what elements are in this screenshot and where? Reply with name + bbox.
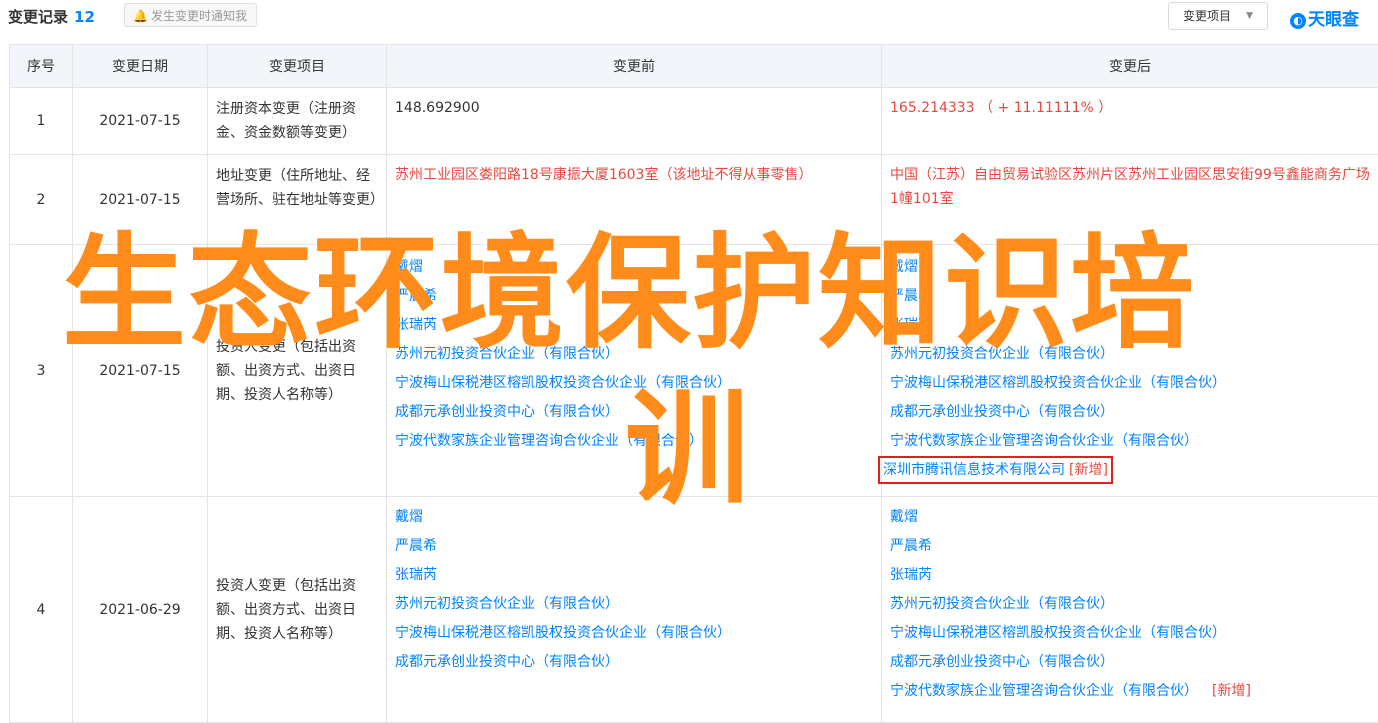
row-after: 中国（江苏）自由贸易试验区苏州片区苏州工业园区思安街99号鑫能商务广场1幢101…	[882, 155, 1378, 245]
investor-link[interactable]: 成都元承创业投资中心（有限合伙）	[395, 648, 873, 677]
investor-link[interactable]: 张瑞芮	[395, 561, 873, 590]
row-after: 戴熠 严晨希 张瑞芮 苏州元初投资合伙企业（有限合伙） 宁波梅山保税港区榕凯股权…	[882, 497, 1378, 723]
after-value: 165.214333 （ + 11.11111% ）	[890, 94, 1370, 123]
col-header-item: 变更项目	[208, 45, 387, 88]
col-header-index: 序号	[10, 45, 73, 88]
col-header-before: 变更前	[387, 45, 882, 88]
row-date: 2021-07-15	[73, 245, 208, 497]
table-row: 2 2021-07-15 地址变更（住所地址、经营场所、驻在地址等变更） 苏州工…	[10, 155, 1378, 245]
change-item-filter[interactable]: 变更项目 ▼	[1168, 2, 1268, 30]
investor-link[interactable]: 严晨希	[890, 532, 1370, 561]
investor-link[interactable]: 戴熠	[395, 253, 873, 282]
investor-link[interactable]: 严晨希	[890, 282, 1370, 311]
investor-link[interactable]: 宁波代数家族企业管理咨询合伙企业（有限合伙）	[395, 427, 873, 456]
investor-link[interactable]: 成都元承创业投资中心（有限合伙）	[890, 398, 1370, 427]
before-value: 148.692900	[395, 94, 873, 123]
row-date: 2021-06-29	[73, 497, 208, 723]
col-header-date: 变更日期	[73, 45, 208, 88]
table-row: 3 2021-07-15 投资人变更（包括出资额、出资方式、出资日期、投资人名称…	[10, 245, 1378, 497]
notify-label: 发生变更时通知我	[151, 9, 247, 23]
investor-link[interactable]: 宁波代数家族企业管理咨询合伙企业（有限合伙）	[890, 427, 1370, 456]
investor-link[interactable]: 成都元承创业投资中心（有限合伙）	[395, 398, 873, 427]
row-before: 148.692900	[387, 88, 882, 155]
row-before: 戴熠 严晨希 张瑞芮 苏州元初投资合伙企业（有限合伙） 宁波梅山保税港区榕凯股权…	[387, 497, 882, 723]
investor-link[interactable]: 宁波梅山保税港区榕凯股权投资合伙企业（有限合伙）	[395, 369, 873, 398]
after-value: 中国（江苏）自由贸易试验区苏州片区苏州工业园区思安街99号鑫能商务广场1幢101…	[890, 163, 1370, 211]
row-index: 3	[10, 245, 73, 497]
logo-text: 天眼查	[1308, 10, 1359, 30]
row-index: 4	[10, 497, 73, 723]
new-tag: [新增]	[1212, 683, 1251, 699]
row-date: 2021-07-15	[73, 88, 208, 155]
row-before: 戴熠 严晨希 张瑞芮 苏州元初投资合伙企业（有限合伙） 宁波梅山保税港区榕凯股权…	[387, 245, 882, 497]
investor-link[interactable]: 张瑞芮	[890, 311, 1370, 340]
investor-link[interactable]: 戴熠	[890, 503, 1370, 532]
table-row: 4 2021-06-29 投资人变更（包括出资额、出资方式、出资日期、投资人名称…	[10, 497, 1378, 723]
before-value: 苏州工业园区娄阳路18号康振大厦1603室（该地址不得从事零售）	[395, 163, 873, 187]
row-index: 2	[10, 155, 73, 245]
notify-button[interactable]: 🔔发生变更时通知我	[124, 3, 257, 27]
chevron-down-icon: ▼	[1246, 3, 1253, 29]
investor-link[interactable]: 苏州元初投资合伙企业（有限合伙）	[395, 590, 873, 619]
row-item: 投资人变更（包括出资额、出资方式、出资日期、投资人名称等）	[208, 245, 387, 497]
table-row: 1 2021-07-15 注册资本变更（注册资金、资金数额等变更） 148.69…	[10, 88, 1378, 155]
filter-label: 变更项目	[1183, 9, 1231, 23]
investor-link[interactable]: 戴熠	[395, 503, 873, 532]
section-title: 变更记录 12	[8, 6, 95, 27]
bell-icon: 🔔	[133, 4, 148, 28]
row-item: 地址变更（住所地址、经营场所、驻在地址等变更）	[208, 155, 387, 245]
row-item: 投资人变更（包括出资额、出资方式、出资日期、投资人名称等）	[208, 497, 387, 723]
investor-link[interactable]: 成都元承创业投资中心（有限合伙）	[890, 648, 1370, 677]
investor-link[interactable]: 深圳市腾讯信息技术有限公司	[883, 462, 1065, 478]
added-investor: 宁波代数家族企业管理咨询合伙企业（有限合伙） [新增]	[890, 677, 1370, 706]
row-after: 165.214333 （ + 11.11111% ）	[882, 88, 1378, 155]
investor-link[interactable]: 张瑞芮	[395, 311, 873, 340]
investor-link[interactable]: 宁波梅山保税港区榕凯股权投资合伙企业（有限合伙）	[890, 369, 1370, 398]
investor-link[interactable]: 严晨希	[395, 532, 873, 561]
top-bar: 变更记录 12 🔔发生变更时通知我 变更项目 ▼ ◐天眼查	[0, 0, 1378, 34]
change-record-table: 序号 变更日期 变更项目 变更前 变更后 1 2021-07-15 注册资本变更…	[9, 44, 1378, 723]
investor-link[interactable]: 宁波梅山保税港区榕凯股权投资合伙企业（有限合伙）	[890, 619, 1370, 648]
col-header-after: 变更后	[882, 45, 1378, 88]
row-before: 苏州工业园区娄阳路18号康振大厦1603室（该地址不得从事零售）	[387, 155, 882, 245]
investor-link[interactable]: 张瑞芮	[890, 561, 1370, 590]
record-count: 12	[74, 8, 95, 26]
investor-link[interactable]: 严晨希	[395, 282, 873, 311]
added-investor: 深圳市腾讯信息技术有限公司[新增]	[890, 456, 1370, 485]
investor-link[interactable]: 戴熠	[890, 253, 1370, 282]
investor-link[interactable]: 苏州元初投资合伙企业（有限合伙）	[890, 340, 1370, 369]
row-after: 戴熠 严晨希 张瑞芮 苏州元初投资合伙企业（有限合伙） 宁波梅山保税港区榕凯股权…	[882, 245, 1378, 497]
highlight-box: 深圳市腾讯信息技术有限公司[新增]	[878, 456, 1113, 484]
investor-link[interactable]: 宁波代数家族企业管理咨询合伙企业（有限合伙）	[890, 683, 1198, 699]
row-index: 1	[10, 88, 73, 155]
section-title-text: 变更记录	[8, 8, 68, 26]
logo-icon: ◐	[1290, 13, 1306, 29]
investor-link[interactable]: 宁波梅山保税港区榕凯股权投资合伙企业（有限合伙）	[395, 619, 873, 648]
new-tag: [新增]	[1069, 462, 1108, 478]
investor-link[interactable]: 苏州元初投资合伙企业（有限合伙）	[395, 340, 873, 369]
tianyancha-logo: ◐天眼查	[1290, 5, 1359, 30]
investor-link[interactable]: 苏州元初投资合伙企业（有限合伙）	[890, 590, 1370, 619]
row-date: 2021-07-15	[73, 155, 208, 245]
row-item: 注册资本变更（注册资金、资金数额等变更）	[208, 88, 387, 155]
table-header-row: 序号 变更日期 变更项目 变更前 变更后	[10, 45, 1378, 88]
